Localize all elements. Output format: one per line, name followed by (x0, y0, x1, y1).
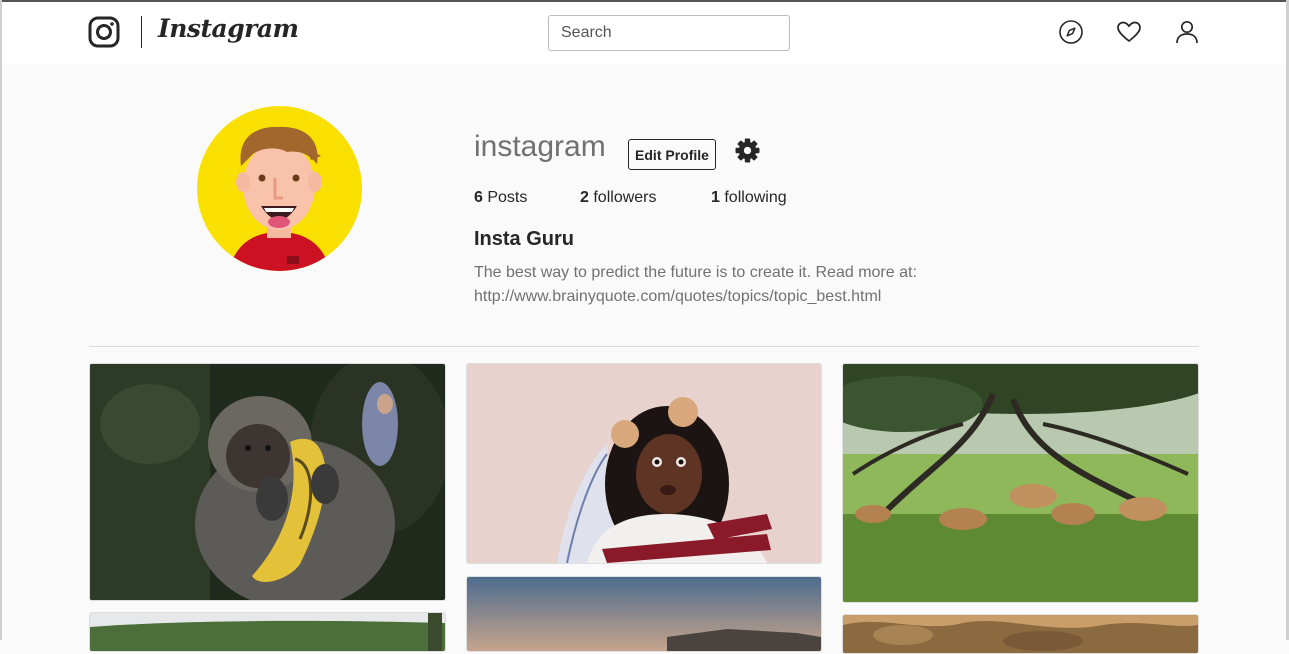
post-thumbnail-monkey[interactable] (89, 363, 446, 601)
logo-divider (141, 16, 142, 48)
following-count-value: 1 (711, 189, 720, 206)
search-input[interactable] (548, 15, 790, 51)
profile-avatar[interactable] (197, 106, 362, 271)
rocks-photo (843, 615, 1198, 653)
edit-profile-button[interactable]: Edit Profile (628, 139, 716, 170)
following-count-label: following (724, 189, 787, 206)
followers-count-value: 2 (580, 189, 589, 206)
profile-username: instagram (474, 130, 606, 163)
gear-icon[interactable] (735, 138, 760, 163)
user-icon[interactable] (1174, 19, 1200, 45)
instagram-wordmark[interactable]: Instagram (158, 14, 299, 43)
posts-count-value: 6 (474, 189, 483, 206)
instagram-camera-icon[interactable] (88, 16, 120, 48)
landscape-photo (90, 613, 445, 651)
followers-count-label: followers (593, 189, 657, 206)
top-navbar: Instagram (2, 2, 1286, 64)
post-thumbnail-landscape[interactable] (89, 612, 446, 652)
post-thumbnail-sky[interactable] (466, 576, 822, 652)
posts-count[interactable]: 6 Posts (474, 189, 527, 207)
bio-text: The best way to predict the future is to… (474, 264, 917, 281)
selfie-photo (467, 364, 821, 563)
bio-link[interactable]: http://www.brainyquote.com/quotes/topics… (474, 285, 917, 309)
followers-count[interactable]: 2 followers (580, 189, 657, 207)
post-thumbnail-deer[interactable] (842, 363, 1199, 603)
post-thumbnail-rocks[interactable] (842, 614, 1199, 654)
compass-icon[interactable] (1058, 19, 1084, 45)
posts-count-label: Posts (487, 189, 528, 206)
section-divider (89, 346, 1199, 347)
monkey-photo (90, 364, 445, 600)
profile-bio: The best way to predict the future is to… (474, 261, 917, 309)
deer-photo (843, 364, 1198, 602)
profile-full-name: Insta Guru (474, 228, 575, 250)
post-thumbnail-selfie[interactable] (466, 363, 822, 564)
heart-icon[interactable] (1116, 19, 1142, 45)
following-count[interactable]: 1 following (711, 189, 787, 207)
window-left-edge (0, 0, 2, 640)
